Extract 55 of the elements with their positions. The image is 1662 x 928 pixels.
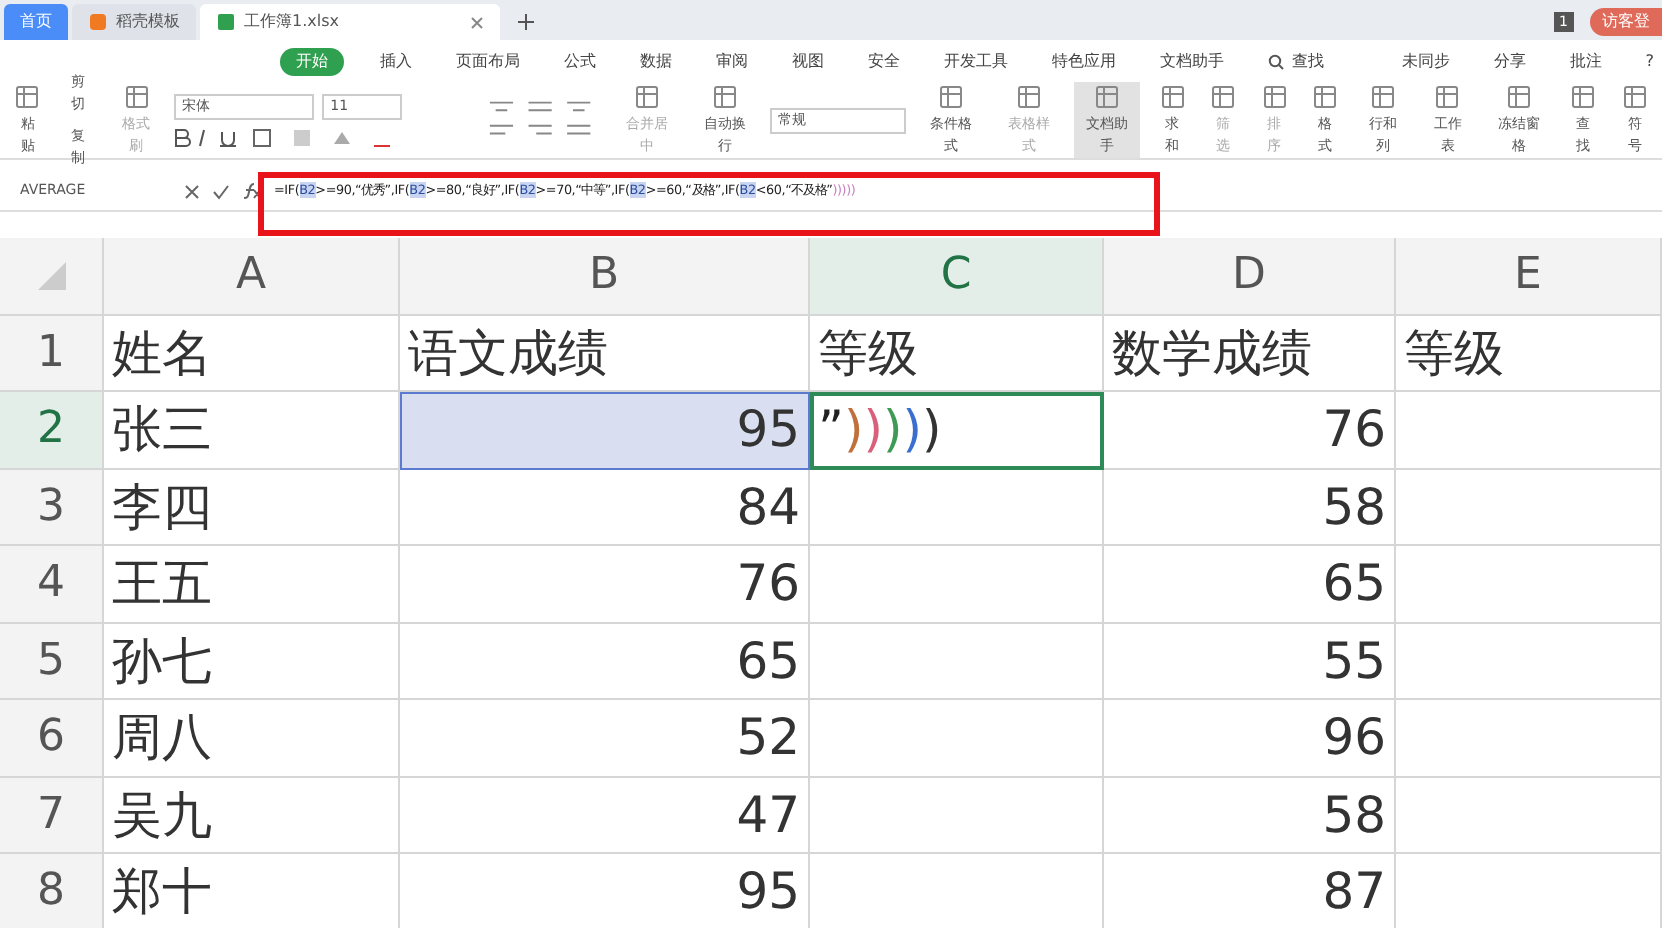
table-cell: 王五 [104, 546, 400, 623]
table-cell: 84 [400, 469, 810, 546]
editing-cell[interactable]: ”))))) [810, 392, 1104, 469]
row-header[interactable]: 4 [0, 546, 104, 623]
menu-tab[interactable]: 开发工具 [936, 47, 1016, 75]
table-cell: 58 [1104, 469, 1396, 546]
toolbar-button[interactable]: 分享 [1485, 47, 1534, 75]
row-header[interactable]: 2 [0, 392, 104, 469]
table-cell: 76 [400, 546, 810, 623]
row-header[interactable]: 1 [0, 315, 104, 392]
table-cell: 52 [400, 700, 810, 777]
table-cell: 孙七 [104, 623, 400, 700]
table-cell: 周八 [104, 700, 400, 777]
column-header[interactable]: B [400, 238, 810, 315]
row-header[interactable]: 8 [0, 854, 104, 928]
menu-tab[interactable]: 特色应用 [1044, 47, 1124, 75]
table-cell: 李四 [104, 469, 400, 546]
column-header[interactable]: D [1104, 238, 1396, 315]
table-cell: 姓名 [104, 315, 400, 392]
row-header[interactable]: 3 [0, 469, 104, 546]
search-menu[interactable]: 查找 [1260, 47, 1332, 75]
column-header[interactable]: A [104, 238, 400, 315]
table-cell: 等级 [810, 315, 1104, 392]
table-cell: 95 [400, 392, 810, 469]
menu-tab[interactable]: 文档助手 [1152, 47, 1232, 75]
column-header[interactable]: C [810, 238, 1104, 315]
tab[interactable]: 稻壳模板 [72, 4, 196, 40]
menu-tab[interactable]: 审阅 [708, 47, 756, 75]
toolbar-button[interactable]: 批注 [1561, 47, 1610, 75]
table-cell: 数学成绩 [1104, 315, 1396, 392]
table-cell: 58 [1104, 777, 1396, 854]
menu-tab[interactable]: 公式 [556, 47, 604, 75]
table-cell: 76 [1104, 392, 1396, 469]
tab[interactable]: 工作簿1.xlsx [200, 4, 500, 40]
table-cell: 87 [1104, 854, 1396, 928]
table-cell: 95 [400, 854, 810, 928]
row-header[interactable]: 6 [0, 700, 104, 777]
row-header[interactable]: 5 [0, 623, 104, 700]
table-cell: 65 [400, 623, 810, 700]
menu-tab[interactable]: 数据 [632, 47, 680, 75]
table-cell: 等级 [1396, 315, 1662, 392]
column-header[interactable]: E [1396, 238, 1662, 315]
table-cell: 96 [1104, 700, 1396, 777]
menu-tab[interactable]: 页面布局 [448, 47, 528, 75]
toolbar-button[interactable]: ? [1637, 47, 1662, 75]
table-cell: 郑十 [104, 854, 400, 928]
table-cell: 65 [1104, 546, 1396, 623]
table-cell: 47 [400, 777, 810, 854]
menu-tab[interactable]: 视图 [784, 47, 832, 75]
table-cell: 吴九 [104, 777, 400, 854]
menu-tab[interactable]: 安全 [860, 47, 908, 75]
table-cell: 55 [1104, 623, 1396, 700]
toolbar-button[interactable]: 未同步 [1393, 47, 1458, 75]
menu-tab[interactable]: 插入 [372, 47, 420, 75]
row-header[interactable]: 7 [0, 777, 104, 854]
